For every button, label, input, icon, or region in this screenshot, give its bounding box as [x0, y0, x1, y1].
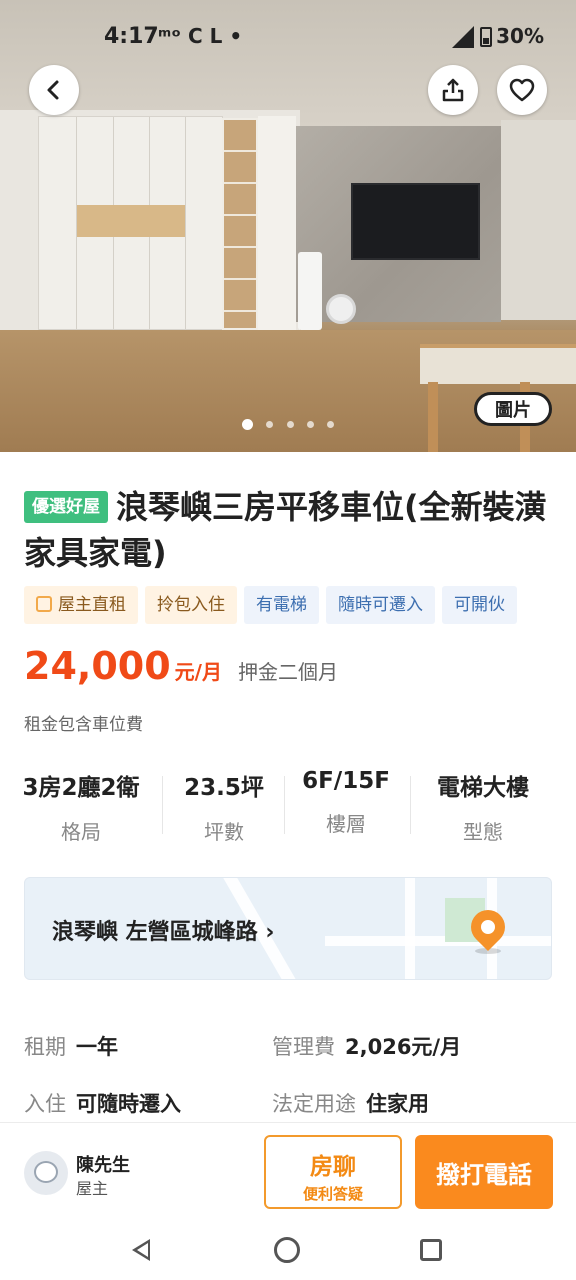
tag-move-in-anytime: 隨時可遷入	[326, 586, 435, 624]
price-row: 24,000 元/月 押金二個月	[24, 644, 338, 694]
chat-button-label: 房聊	[310, 1154, 356, 1180]
owner-icon	[36, 596, 52, 612]
page-dot	[306, 421, 314, 428]
fee-note: 租金包含車位費	[24, 715, 143, 735]
map-road	[405, 878, 415, 979]
tag-owner-direct: 屋主直租	[24, 586, 138, 624]
tag-cooking-allowed: 可開伙	[442, 586, 517, 624]
spec-floor: 6F/15F 樓層	[302, 768, 390, 836]
spec-building-type: 電梯大樓 型態	[437, 775, 529, 844]
tag-elevator: 有電梯	[244, 586, 319, 624]
nav-recents-icon[interactable]	[420, 1239, 442, 1261]
detail-lease-term: 租期 一年	[24, 1035, 118, 1059]
share-icon	[442, 78, 464, 102]
detail-move-in: 入住 可隨時遷入	[24, 1092, 181, 1116]
location-card[interactable]: 浪琴嶼 左營區城峰路 ›	[24, 877, 552, 980]
listing-title: 優選好屋 浪琴嶼三房平移車位(全新裝潢家具家電)	[24, 484, 554, 576]
spec-layout: 3房2廳2衛 格局	[22, 775, 140, 844]
listing-title-block: 優選好屋 浪琴嶼三房平移車位(全新裝潢家具家電)	[24, 484, 554, 576]
feature-tags: 屋主直租 拎包入住 有電梯 隨時可遷入 可開伙	[24, 586, 564, 624]
divider	[410, 776, 411, 834]
spec-area: 23.5坪 坪數	[184, 775, 264, 844]
status-time: 4:17	[104, 24, 159, 49]
listing-photo[interactable]: 4:17 ᵐᵒ C L • 30% 圖片	[0, 0, 576, 452]
call-button[interactable]: 撥打電話	[415, 1135, 553, 1209]
premium-badge: 優選好屋	[24, 491, 108, 523]
photo-tv	[351, 183, 480, 260]
signal-icon	[452, 26, 474, 48]
rent-unit: 元/月	[174, 660, 222, 684]
photo-shelf	[222, 118, 258, 330]
chat-button[interactable]: 房聊 便利答疑	[264, 1135, 402, 1209]
avatar-icon	[34, 1161, 58, 1183]
owner-name: 陳先生	[76, 1155, 130, 1176]
page-dot	[266, 421, 274, 428]
photo-purifier	[298, 252, 322, 330]
detail-management-fee: 管理費 2,026元/月	[272, 1035, 462, 1059]
system-nav-bar	[0, 1220, 576, 1280]
share-button[interactable]	[428, 65, 478, 115]
tag-move-in-ready: 拎包入住	[145, 586, 237, 624]
photo-pillar	[258, 116, 296, 330]
photo-fan	[326, 294, 356, 324]
photo-gallery-button[interactable]: 圖片	[474, 392, 552, 426]
deposit: 押金二個月	[237, 660, 338, 684]
nav-home-icon[interactable]	[274, 1237, 300, 1263]
nav-back-icon[interactable]	[132, 1239, 150, 1261]
page-dot	[242, 419, 254, 430]
spec-summary: 3房2廳2衛 格局 23.5坪 坪數 6F/15F 樓層 電梯大樓 型態	[0, 768, 576, 844]
rent-price: 24,000	[24, 644, 171, 688]
avatar	[24, 1151, 68, 1195]
page-dot	[286, 421, 294, 428]
contact-bar: 陳先生 屋主 房聊 便利答疑 撥打電話	[0, 1122, 576, 1220]
photo-table	[420, 344, 576, 384]
chat-button-sublabel: 便利答疑	[302, 1185, 363, 1203]
status-left-icons: ᵐᵒ C L •	[158, 24, 243, 48]
photo-cabinet	[38, 116, 223, 330]
chevron-left-icon	[47, 80, 59, 100]
back-button[interactable]	[29, 65, 79, 115]
owner-role: 屋主	[76, 1179, 109, 1198]
divider	[162, 776, 163, 834]
map-road	[325, 936, 551, 946]
heart-icon	[509, 78, 535, 102]
favorite-button[interactable]	[497, 65, 547, 115]
page-dot	[326, 421, 334, 428]
location-text: 浪琴嶼 左營區城峰路 ›	[52, 920, 275, 945]
battery-icon	[480, 27, 492, 47]
photo-wall-right	[501, 120, 576, 320]
divider	[284, 776, 285, 834]
status-bar: 4:17 ᵐᵒ C L • 30%	[0, 0, 576, 76]
detail-legal-use: 法定用途 住家用	[272, 1092, 429, 1116]
status-battery: 30%	[496, 24, 544, 48]
